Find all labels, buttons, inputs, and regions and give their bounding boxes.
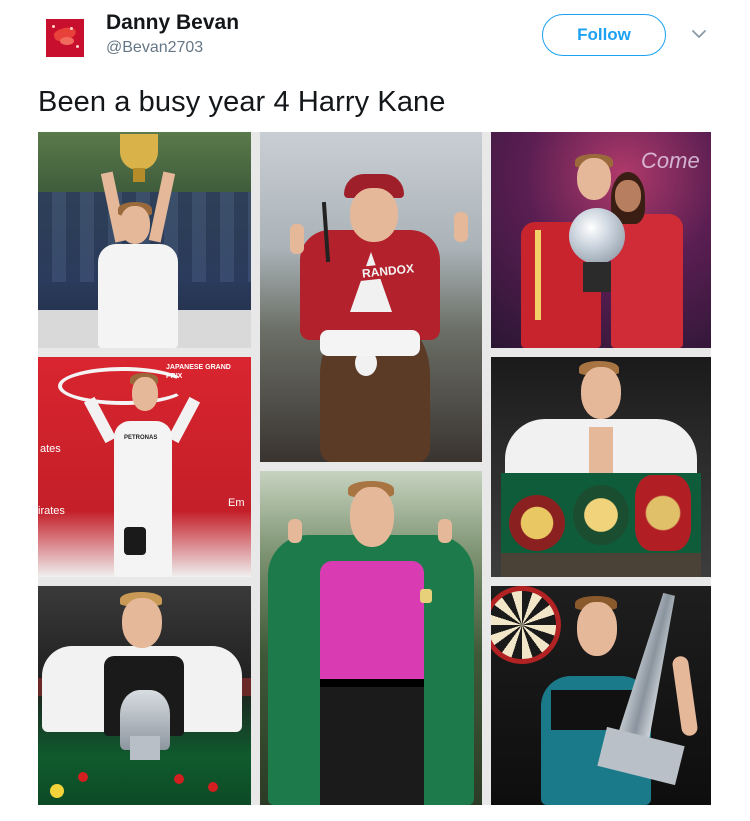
photo-snooker-trophy bbox=[38, 586, 251, 805]
f1-side-text: Em bbox=[228, 497, 245, 509]
photo-tennis-trophy bbox=[38, 132, 251, 348]
avatar-splash bbox=[60, 37, 74, 45]
photo-jockey: RANDOX bbox=[260, 132, 482, 462]
follow-button[interactable]: Follow bbox=[542, 14, 666, 56]
tweet-text: Been a busy year 4 Harry Kane bbox=[38, 86, 446, 118]
avatar-dot bbox=[52, 25, 55, 28]
display-name[interactable]: Danny Bevan bbox=[106, 11, 239, 35]
f1-side-text: irates bbox=[38, 505, 65, 517]
chevron-down-icon[interactable] bbox=[690, 25, 708, 43]
f1-side-text: ates bbox=[40, 443, 61, 455]
photo-dance-trophy: Come bbox=[491, 132, 711, 348]
avatar-dot bbox=[70, 27, 73, 30]
f1-suit-brand: PETRONAS bbox=[124, 435, 158, 441]
photo-f1-podium: JAPANESE GRAND PRIX ates irates Em PETRO… bbox=[38, 357, 251, 577]
photo-golf-green-jacket bbox=[260, 471, 482, 805]
dance-show-logo: Come bbox=[641, 148, 700, 173]
photo-darts-trophy bbox=[491, 586, 711, 805]
avatar-dot bbox=[76, 45, 79, 48]
photo-boxing-belts bbox=[491, 357, 711, 577]
avatar[interactable] bbox=[46, 19, 84, 57]
f1-banner-text: JAPANESE GRAND PRIX bbox=[166, 364, 231, 380]
tweet-photo-collage[interactable]: RANDOX Come JAPANESE GRAND PRIX ates ira… bbox=[38, 132, 711, 805]
user-handle[interactable]: @Bevan2703 bbox=[106, 39, 203, 57]
